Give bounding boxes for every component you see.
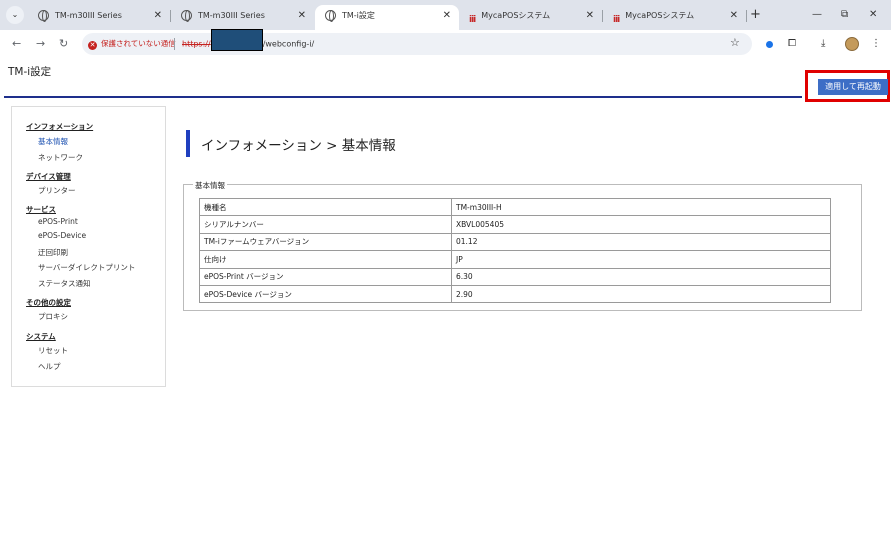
tab-title: TM-i設定 — [342, 11, 375, 20]
tab-mycapos-2[interactable]: ⅰiⅰ MycaPOSシステム ✕ — [603, 5, 746, 30]
tab-title: TM-m30III Series — [55, 11, 122, 20]
title-accent-bar — [186, 130, 190, 157]
reload-icon[interactable]: ↻ — [59, 37, 68, 51]
basic-info-table: 機種名 TM-m30III-H シリアルナンバー XBVL005405 TM-i… — [199, 197, 831, 304]
warning-icon: ✕ — [88, 41, 97, 50]
myca-logo-icon: ⅰiⅰ — [469, 15, 476, 25]
row-label: 仕向け — [199, 250, 452, 269]
table-row: シリアルナンバー XBVL005405 — [199, 215, 831, 234]
row-label: 機種名 — [199, 197, 452, 217]
table-row: TM-iファームウェアバージョン 01.12 — [199, 232, 831, 252]
row-label: TM-iファームウェアバージョン — [199, 232, 452, 252]
tab-separator — [746, 10, 747, 22]
sidebar-item-printer[interactable]: プリンター — [38, 185, 76, 196]
sidebar-heading-information[interactable]: インフォメーション — [26, 121, 93, 132]
sidebar-item-server-direct-print[interactable]: サーバーダイレクトプリント — [38, 262, 135, 273]
url-text[interactable]: https:// /webconfig-i/ — [182, 29, 315, 52]
myca-logo-icon: ⅰiⅰ — [613, 15, 620, 25]
browser-tab-strip: ⌄ TM-m30III Series ✕ TM-m30III Series ✕ … — [0, 0, 891, 30]
tab-title: MycaPOSシステム — [625, 11, 695, 20]
profile-avatar[interactable] — [845, 37, 859, 51]
apply-and-restart-button[interactable]: 適用して再起動 — [818, 79, 888, 95]
restore-icon[interactable]: ⧉ — [841, 5, 848, 25]
url-separator — [174, 38, 175, 50]
tab-tm-m30iii-1[interactable]: TM-m30III Series ✕ — [28, 5, 170, 30]
row-value: TM-m30III-H — [451, 197, 831, 217]
globe-icon — [38, 10, 49, 22]
sidebar-item-network[interactable]: ネットワーク — [38, 152, 83, 163]
sidebar-heading-system[interactable]: システム — [26, 331, 56, 342]
bookmark-star-icon[interactable]: ☆ — [730, 36, 740, 49]
table-row: 機種名 TM-m30III-H — [199, 197, 831, 217]
extensions-puzzle-icon[interactable]: ⧠ — [788, 37, 796, 51]
close-icon[interactable]: ✕ — [154, 5, 162, 26]
sidebar-item-help[interactable]: ヘルプ — [38, 361, 61, 372]
row-label: シリアルナンバー — [199, 215, 452, 234]
globe-icon — [181, 10, 192, 22]
security-label: 保護されていない通信 — [101, 39, 176, 48]
table-row: 仕向け JP — [199, 250, 831, 269]
window-close-icon[interactable]: ✕ — [869, 5, 877, 25]
row-value: JP — [451, 250, 831, 269]
tab-title: MycaPOSシステム — [481, 11, 551, 20]
tab-title: TM-m30III Series — [198, 11, 265, 20]
download-icon[interactable]: ⤓ — [821, 37, 825, 51]
close-icon[interactable]: ✕ — [443, 5, 451, 26]
globe-icon — [325, 10, 336, 22]
table-row: ePOS-Print バージョン 6.30 — [199, 267, 831, 286]
tab-tm-i-settings[interactable]: TM-i設定 ✕ — [315, 5, 459, 30]
tab-mycapos-1[interactable]: ⅰiⅰ MycaPOSシステム ✕ — [459, 5, 602, 30]
sidebar-heading-device[interactable]: デバイス管理 — [26, 171, 71, 182]
url-scheme: https:// — [182, 39, 211, 49]
browser-toolbar: ← → ↻ ✕ 保護されていない通信 https:///webconfig-i/ … — [0, 29, 891, 58]
sidebar-heading-service[interactable]: サービス — [26, 204, 56, 215]
tab-tm-m30iii-2[interactable]: TM-m30III Series ✕ — [171, 5, 314, 30]
tab-search-chevron-icon[interactable]: ⌄ — [6, 6, 24, 24]
url-path: /webconfig-i/ — [262, 39, 315, 49]
security-indicator[interactable]: ✕ 保護されていない通信 — [88, 37, 176, 51]
sidebar-item-bypass-print[interactable]: 迂回印刷 — [38, 247, 68, 258]
page-title: インフォメーション > 基本情報 — [201, 138, 396, 154]
forward-icon[interactable]: → — [36, 37, 45, 51]
close-icon[interactable]: ✕ — [730, 5, 738, 26]
redacted-host — [210, 29, 263, 51]
sidebar-item-proxy[interactable]: プロキシ — [38, 311, 68, 322]
minimize-icon[interactable]: — — [812, 5, 822, 25]
address-bar[interactable]: ✕ 保護されていない通信 https:// /webconfig-i/ — [82, 29, 752, 55]
sidebar-item-basic-info[interactable]: 基本情報 — [38, 136, 68, 147]
row-label: ePOS-Print バージョン — [199, 267, 452, 286]
sidebar-heading-other[interactable]: その他の設定 — [26, 297, 71, 308]
row-value: 2.90 — [451, 284, 831, 304]
sidebar-item-reset[interactable]: リセット — [38, 345, 68, 356]
sidebar: インフォメーション 基本情報 ネットワーク デバイス管理 プリンター サービス … — [11, 106, 166, 387]
close-icon[interactable]: ✕ — [298, 5, 306, 26]
sidebar-item-status-notify[interactable]: ステータス通知 — [38, 278, 91, 289]
row-label: ePOS-Device バージョン — [199, 284, 452, 304]
row-value: XBVL005405 — [451, 215, 831, 234]
browser-menu-icon[interactable]: ⋮ — [871, 37, 881, 51]
close-icon[interactable]: ✕ — [586, 5, 594, 26]
row-value: 01.12 — [451, 232, 831, 252]
table-row: ePOS-Device バージョン 2.90 — [199, 284, 831, 304]
row-value: 6.30 — [451, 267, 831, 286]
highlight-box: 適用して再起動 — [805, 70, 890, 102]
sidebar-item-epos-device[interactable]: ePOS-Device — [38, 231, 86, 240]
fieldset-legend: 基本情報 — [193, 180, 227, 191]
new-tab-button[interactable]: + — [750, 5, 761, 25]
header-rule — [4, 96, 802, 98]
page-header-title: TM-i設定 — [8, 66, 52, 78]
sidebar-item-epos-print[interactable]: ePOS-Print — [38, 217, 78, 226]
extension-icon[interactable] — [766, 41, 773, 48]
back-icon[interactable]: ← — [12, 37, 21, 51]
